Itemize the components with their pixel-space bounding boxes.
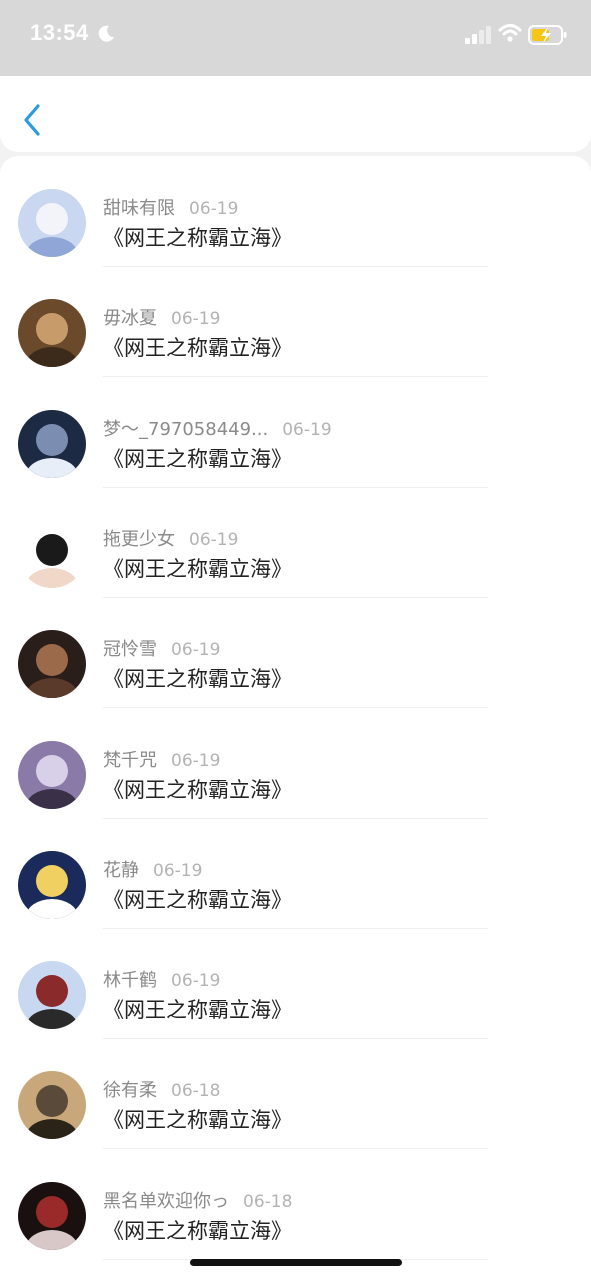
user-name[interactable]: 毋冰夏 — [103, 308, 157, 329]
post-date: 06-19 — [171, 309, 221, 330]
status-bar: 13:54 — [0, 0, 591, 76]
wifi-icon — [498, 23, 522, 43]
user-info: 林千鹤 06-19 — [103, 966, 220, 992]
list-item[interactable]: 林千鹤 06-19 《网王之称霸立海》 — [0, 928, 591, 1040]
user-info: 梦～_797058449... 06-19 — [103, 415, 332, 441]
user-name[interactable]: 花静 — [103, 860, 139, 881]
avatar[interactable] — [18, 409, 86, 478]
message-text: 《网王之称霸立海》 — [103, 667, 292, 692]
list-item[interactable]: 梵千咒 06-19 《网王之称霸立海》 — [0, 708, 591, 819]
avatar[interactable] — [18, 1181, 86, 1250]
user-name[interactable]: 林千鹤 — [103, 970, 157, 991]
message-text: 《网王之称霸立海》 — [103, 556, 292, 581]
post-date: 06-19 — [171, 640, 221, 661]
list-item[interactable]: 黑名单欢迎你っ 06-18 《网王之称霸立海》 — [0, 1149, 591, 1260]
avatar[interactable] — [18, 850, 86, 919]
post-date: 06-19 — [189, 529, 239, 550]
list-item[interactable]: 梦～_797058449... 06-19 《网王之称霸立海》 — [0, 377, 591, 488]
avatar[interactable] — [18, 630, 86, 699]
avatar[interactable] — [18, 740, 86, 809]
list-item[interactable]: 花静 06-19 《网王之称霸立海》 — [0, 818, 591, 929]
message-text: 《网王之称霸立海》 — [103, 446, 292, 471]
user-info: 拖更少女 06-19 — [103, 525, 238, 551]
chevron-left-icon — [24, 104, 40, 136]
post-date: 06-19 — [171, 750, 221, 771]
status-time: 13:54 — [30, 20, 89, 45]
avatar[interactable] — [18, 519, 86, 588]
list-item[interactable]: 拖更少女 06-19 《网王之称霸立海》 — [0, 487, 591, 598]
message-text: 《网王之称霸立海》 — [103, 1218, 292, 1243]
user-name[interactable]: 徐有柔 — [103, 1080, 157, 1101]
avatar[interactable] — [18, 189, 86, 257]
moon-icon — [96, 24, 116, 44]
user-info: 徐有柔 06-18 — [103, 1076, 220, 1102]
user-info: 冠怜雪 06-19 — [103, 635, 220, 661]
signal-icon — [465, 26, 493, 44]
user-name[interactable]: 拖更少女 — [103, 529, 175, 550]
post-date: 06-19 — [171, 971, 221, 992]
user-name[interactable]: 冠怜雪 — [103, 639, 157, 660]
message-text: 《网王之称霸立海》 — [103, 336, 292, 361]
avatar[interactable] — [18, 1071, 86, 1140]
home-indicator[interactable] — [190, 1259, 402, 1266]
list-item[interactable]: 徐有柔 06-18 《网王之称霸立海》 — [0, 1038, 591, 1150]
back-button[interactable] — [14, 98, 50, 138]
user-info: 甜味有限 06-19 — [103, 194, 238, 220]
avatar[interactable] — [18, 961, 86, 1030]
user-name[interactable]: 甜味有限 — [103, 198, 175, 219]
message-text: 《网王之称霸立海》 — [103, 887, 292, 912]
list-item[interactable]: 毋冰夏 06-19 《网王之称霸立海》 — [0, 266, 591, 378]
message-text: 《网王之称霸立海》 — [103, 1108, 292, 1133]
user-info: 花静 06-19 — [103, 856, 202, 882]
message-text: 《网王之称霸立海》 — [103, 226, 292, 250]
list-item[interactable]: 冠怜雪 06-19 《网王之称霸立海》 — [0, 597, 591, 709]
user-info: 毋冰夏 06-19 — [103, 304, 220, 330]
post-date: 06-18 — [243, 1191, 293, 1212]
list-item[interactable]: 甜味有限 06-19 《网王之称霸立海》 — [0, 156, 591, 267]
user-name[interactable]: 梦～_797058449... — [103, 419, 268, 440]
battery-charging-icon — [528, 24, 568, 46]
post-date: 06-19 — [189, 199, 239, 219]
avatar[interactable] — [18, 299, 86, 368]
user-name[interactable]: 梵千咒 — [103, 750, 157, 771]
user-info: 梵千咒 06-19 — [103, 746, 220, 772]
post-date: 06-18 — [171, 1081, 221, 1102]
message-text: 《网王之称霸立海》 — [103, 777, 292, 802]
navigation-bar — [0, 76, 591, 152]
message-text: 《网王之称霸立海》 — [103, 998, 292, 1023]
post-date: 06-19 — [153, 860, 203, 881]
user-name[interactable]: 黑名单欢迎你っ — [103, 1191, 229, 1212]
content-panel: 甜味有限 06-19 《网王之称霸立海》 毋冰夏 06-19 《网王之称霸立海》 — [0, 156, 591, 1280]
post-date: 06-19 — [282, 419, 332, 440]
user-info: 黑名单欢迎你っ 06-18 — [103, 1187, 292, 1213]
